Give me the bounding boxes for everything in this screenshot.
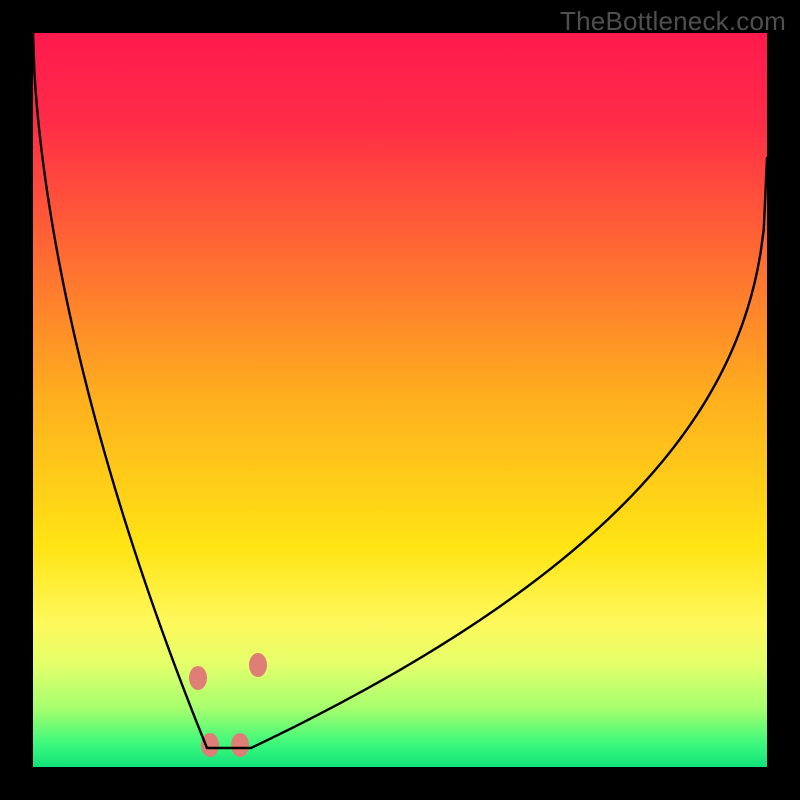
curve-marker <box>201 733 219 757</box>
gradient-background <box>33 33 767 767</box>
plot-svg <box>33 33 767 767</box>
curve-marker <box>249 653 267 677</box>
curve-marker <box>189 666 207 690</box>
watermark-text: TheBottleneck.com <box>560 6 786 37</box>
chart-frame: TheBottleneck.com <box>0 0 800 800</box>
curve-marker <box>231 733 249 757</box>
plot-area <box>33 33 767 767</box>
